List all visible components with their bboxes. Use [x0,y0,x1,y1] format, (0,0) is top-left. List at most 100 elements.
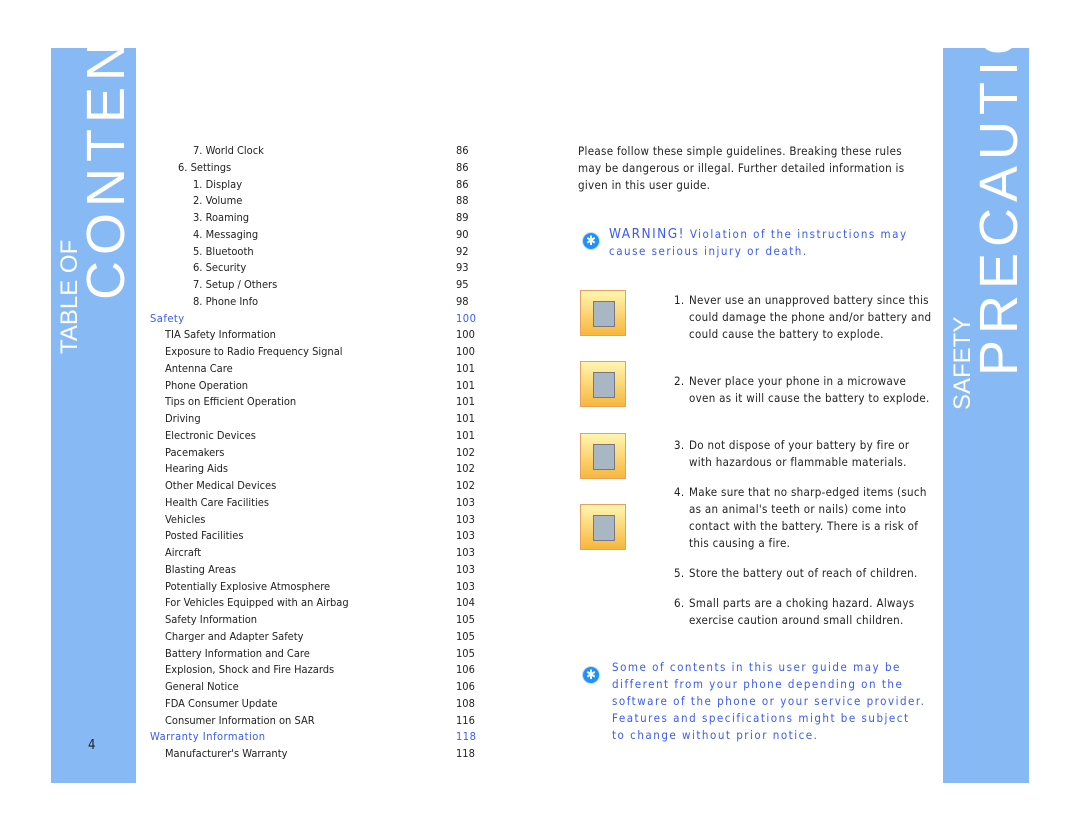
toc-row[interactable]: 1. Display 86 [150,177,480,194]
toc-page: 88 [456,194,469,208]
toc-page: 102 [456,479,475,492]
toc-row[interactable]: 7. World Clock 86 [150,143,480,160]
toc-row[interactable]: Safety 100 [150,311,480,328]
toc-row[interactable]: Explosion, Shock and Fire Hazards 106 [150,662,480,679]
item-number: 4. [674,485,685,499]
toc-title: Charger and Adapter Safety [165,629,304,643]
toc-page: 106 [456,680,475,693]
toc-row[interactable]: TIA Safety Information 100 [150,327,480,344]
toc-row[interactable]: 7. Setup / Others 95 [150,277,480,294]
toc-row[interactable]: Potentially Explosive Atmosphere 103 [150,579,480,596]
warning-text: WARNING! Violation of the instructions m… [609,226,919,260]
toc-row[interactable]: Safety Information 105 [150,612,480,629]
toc-title: Tips on Efficient Operation [165,395,297,409]
toc-title: Antenna Care [165,361,233,375]
toc-page: 105 [456,646,475,660]
item-text: Do not dispose of your battery by fire o… [689,438,910,469]
toc-page: 101 [456,361,475,375]
toc-page: 101 [456,412,475,425]
toc-row[interactable]: 6. Settings 86 [150,160,480,177]
item-text: Make sure that no sharp-edged items (suc… [689,485,927,550]
toc-page: 86 [456,177,469,191]
toc-page: 86 [456,160,469,174]
item-number: 3. [674,438,685,452]
toc-title: Hearing Aids [165,462,229,476]
no-microwave-icon [580,361,626,407]
toc-page: 90 [456,227,469,241]
toc-row[interactable]: 8. Phone Info 98 [150,294,480,311]
toc-row[interactable]: Posted Facilities 103 [150,528,480,545]
toc-title: 4. Messaging [193,227,259,241]
toc-row[interactable]: General Notice 106 [150,679,480,696]
precaution-item: 5. Store the battery out of reach of chil… [674,565,934,582]
toc-title: 5. Bluetooth [193,244,254,258]
toc-page: 101 [456,395,475,409]
toc-title: 6. Settings [178,160,232,174]
toc-row[interactable]: Tips on Efficient Operation 101 [150,394,480,411]
toc-row[interactable]: 3. Roaming 89 [150,210,480,227]
toc-row[interactable]: 4. Messaging 90 [150,227,480,244]
toc-page: 118 [456,747,475,760]
toc-title: Posted Facilities [165,529,244,543]
precaution-item: 4. Make sure that no sharp-edged items (s… [674,484,934,552]
toc-title: FDA Consumer Update [165,696,278,710]
toc-title: 7. Setup / Others [193,278,278,291]
toc-row[interactable]: 6. Security 93 [150,260,480,277]
item-number: 1. [674,293,685,307]
toc-page: 95 [456,278,469,291]
toc-title: Manufacturer's Warranty [165,747,288,760]
toc-title: Phone Operation [165,378,249,392]
toc-page: 98 [456,294,469,308]
toc-title: Health Care Facilities [165,495,269,509]
asterisk-icon: ✱ [583,233,599,249]
toc-row[interactable]: Exposure to Radio Frequency Signal 100 [150,344,480,361]
toc-row[interactable]: Vehicles 103 [150,512,480,529]
toc-page: 102 [456,462,475,476]
item-number: 2. [674,374,685,388]
toc-title: Blasting Areas [165,562,236,576]
toc-page: 101 [456,428,475,442]
note-asterisk-icon: ✱ [583,667,599,683]
toc-row[interactable]: Antenna Care 101 [150,361,480,378]
toc-row[interactable]: Health Care Facilities 103 [150,495,480,512]
table-of-contents: 7. World Clock 86 6. Settings 86 1. Display 8… [150,143,480,763]
toc-title: Aircraft [165,546,202,559]
toc-row[interactable]: Consumer Information on SAR 116 [150,713,480,730]
toc-title: General Notice [165,680,239,693]
no-animal-bite-icon [580,504,626,550]
toc-row[interactable]: Charger and Adapter Safety 105 [150,629,480,646]
toc-row[interactable]: Phone Operation 101 [150,378,480,395]
toc-row[interactable]: For Vehicles Equipped with an Airbag 104 [150,595,480,612]
toc-title: Safety Information [165,613,258,626]
item-text: Never use an unapproved battery since th… [689,293,932,341]
toc-row[interactable]: Aircraft 103 [150,545,480,562]
warning-label: WARNING! [609,226,686,242]
toc-row[interactable]: Driving 101 [150,411,480,428]
toc-row[interactable]: 5. Bluetooth 92 [150,244,480,261]
page-number-left: 4 [88,738,96,753]
toc-row[interactable]: FDA Consumer Update 108 [150,696,480,713]
toc-row[interactable]: Electronic Devices 101 [150,428,480,445]
precaution-item: 2. Never place your phone in a microwave … [674,373,934,407]
no-fire-icon [580,433,626,479]
toc-title: Electronic Devices [165,428,256,442]
toc-row[interactable]: Other Medical Devices 102 [150,478,480,495]
toc-title: For Vehicles Equipped with an Airbag [165,596,349,610]
toc-title: Driving [165,412,201,425]
toc-row[interactable]: Manufacturer's Warranty 118 [150,746,480,763]
toc-row[interactable]: Blasting Areas 103 [150,562,480,579]
toc-page: 103 [456,529,475,543]
toc-title: 7. World Clock [193,144,264,157]
toc-title: 8. Phone Info [193,294,259,308]
toc-row[interactable]: Warranty Information 118 [150,729,480,746]
toc-page: 103 [456,512,475,526]
toc-page: 103 [456,562,475,576]
toc-row[interactable]: 2. Volume 88 [150,193,480,210]
toc-row[interactable]: Pacemakers 102 [150,445,480,462]
toc-row[interactable]: Battery Information and Care 105 [150,646,480,663]
note-text: Some of contents in this user guide may … [612,660,926,742]
intro-text: Please follow these simple guidelines. B… [578,144,905,192]
toc-row[interactable]: Hearing Aids 102 [150,461,480,478]
toc-page: 101 [456,378,475,392]
item-number: 6. [674,596,685,610]
